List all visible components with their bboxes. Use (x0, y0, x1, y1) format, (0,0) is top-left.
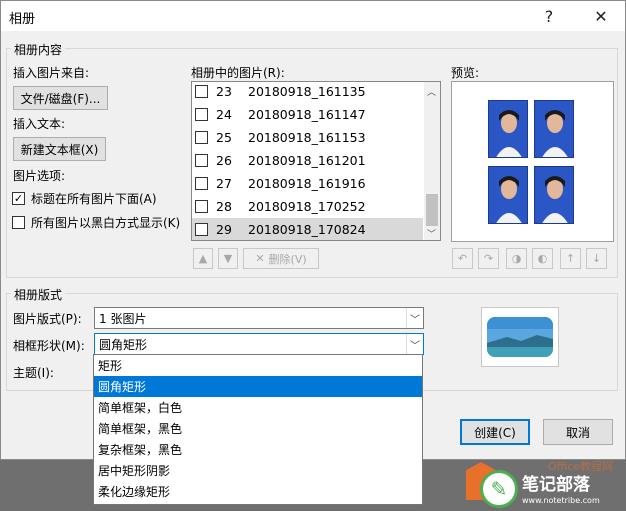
picture-name: 20180918_161153 (248, 129, 366, 145)
pen-circle-icon: ✎ (480, 470, 518, 508)
picture-number: 28 (216, 198, 232, 214)
picture-layout-value: 1 张图片 (99, 311, 147, 326)
picture-list-item[interactable]: 26 20180918_161201 (192, 149, 423, 171)
move-up-icon[interactable]: ▲ (193, 248, 213, 269)
picture-number: 27 (216, 175, 232, 191)
preview-photo (488, 166, 528, 224)
caption-option[interactable]: ✓ 标题在所有图片下面(A) (12, 190, 157, 207)
chevron-down-icon[interactable]: ﹀ (406, 308, 423, 328)
preview-photo (534, 166, 574, 224)
bw-checkbox[interactable] (12, 216, 25, 229)
frame-option[interactable]: 圆角矩形 (94, 376, 422, 397)
new-textbox-button[interactable]: 新建文本框(X) (13, 137, 106, 161)
picture-list-item[interactable]: 27 20180918_161916 (192, 172, 423, 194)
create-button[interactable]: 创建(C) (460, 419, 530, 445)
rotate-right-icon[interactable]: ↷ (478, 248, 499, 269)
theme-label: 主题(I): (13, 366, 54, 380)
picture-list-item[interactable]: 25 20180918_161153 (192, 126, 423, 148)
picture-number: 23 (216, 83, 232, 99)
frame-option[interactable]: 复杂框架，黑色 (94, 439, 422, 460)
picture-number: 25 (216, 129, 232, 145)
file-disk-button[interactable]: 文件/磁盘(F)... (13, 86, 108, 110)
close-icon[interactable]: ✕ (583, 1, 619, 31)
caption-option-label: 标题在所有图片下面(A) (31, 192, 157, 206)
delete-x-icon: ✕ (255, 252, 265, 265)
picture-checkbox[interactable] (195, 176, 208, 190)
picture-options-label: 图片选项: (13, 169, 66, 183)
picture-name: 20180918_161135 (248, 83, 366, 99)
frame-option[interactable]: 简单框架，黑色 (94, 418, 422, 439)
cancel-button[interactable]: 取消 (543, 419, 613, 445)
picture-number: 26 (216, 152, 232, 168)
preview-label: 预览: (451, 66, 480, 80)
picture-name: 20180918_161201 (248, 152, 366, 168)
brightness-down-icon[interactable]: ↓ (586, 248, 607, 269)
picture-checkbox[interactable] (195, 222, 208, 236)
picture-layout-select[interactable]: 1 张图片 ﹀ (94, 307, 424, 329)
frame-shape-select[interactable]: 圆角矩形 ﹀ (94, 333, 424, 355)
pictures-scrollbar[interactable]: ︿ ﹀ (424, 82, 440, 240)
bw-option-label: 所有图片以黑白方式显示(K) (31, 216, 181, 230)
picture-name: 20180918_170252 (248, 198, 366, 214)
picture-checkbox[interactable] (195, 199, 208, 213)
pictures-list-label: 相册中的图片(R): (191, 66, 285, 80)
frame-option[interactable]: 矩形 (94, 355, 422, 376)
album-content-title: 相册内容 (11, 41, 66, 58)
contrast-up-icon[interactable]: ◑ (506, 248, 527, 269)
frame-option[interactable]: 居中矩形阴影 (94, 460, 422, 481)
caption-checkbox[interactable]: ✓ (12, 192, 25, 205)
watermark-url: www.notetribe.com (522, 496, 600, 505)
picture-layout-label: 图片版式(P): (13, 312, 82, 326)
delete-button-label: 删除(V) (268, 252, 307, 266)
picture-checkbox[interactable] (195, 107, 208, 121)
frame-shape-label: 相框形状(M): (13, 339, 85, 353)
picture-checkbox[interactable] (195, 84, 208, 98)
watermark-office-text: Office教程网 (548, 460, 614, 473)
contrast-down-icon[interactable]: ◐ (532, 248, 553, 269)
brightness-up-icon[interactable]: ↑ (560, 248, 581, 269)
layout-preview (481, 307, 559, 367)
frame-shape-dropdown[interactable]: 矩形 圆角矩形 简单框架，白色 简单框架，黑色 复杂框架，黑色 居中矩形阴影 柔化边缘矩形 (93, 354, 423, 505)
chevron-down-icon[interactable]: ﹀ (406, 334, 423, 354)
pictures-listbox[interactable]: 23 20180918_161135 24 20180918_161147 25 2018… (191, 81, 441, 241)
delete-button[interactable]: ✕ 删除(V) (243, 248, 319, 269)
album-layout-title: 相册版式 (11, 286, 66, 303)
picture-name: 20180918_161147 (248, 106, 366, 122)
insert-from-label: 插入图片来自: (13, 66, 90, 80)
rotate-left-icon[interactable]: ↶ (452, 248, 473, 269)
picture-checkbox[interactable] (195, 153, 208, 167)
picture-number: 24 (216, 106, 232, 122)
scroll-thumb[interactable] (426, 194, 438, 226)
picture-list-item[interactable]: 28 20180918_170252 (192, 195, 423, 217)
frame-option[interactable]: 简单框架，白色 (94, 397, 422, 418)
move-down-icon[interactable]: ▼ (218, 248, 238, 269)
preview-sheet (488, 100, 576, 230)
picture-list-item[interactable]: 29 20180918_170824 (192, 218, 423, 240)
frame-option[interactable]: 柔化边缘矩形 (94, 481, 422, 502)
preview-photo (488, 100, 528, 158)
title-bar: 相册 ? ✕ (1, 1, 625, 31)
help-icon[interactable]: ? (531, 1, 567, 31)
bw-option[interactable]: 所有图片以黑白方式显示(K) (12, 214, 180, 231)
picture-checkbox[interactable] (195, 130, 208, 144)
picture-list-item[interactable]: 24 20180918_161147 (192, 103, 423, 125)
preview-pane (451, 81, 614, 242)
watermark: ✎ 笔记部落 www.notetribe.com Office教程网 (458, 458, 626, 511)
preview-photo (534, 100, 574, 158)
scroll-down-icon[interactable]: ﹀ (427, 227, 436, 240)
landscape-thumbnail (487, 317, 553, 357)
picture-name: 20180918_161916 (248, 175, 366, 191)
picture-number: 29 (216, 221, 232, 237)
picture-name: 20180918_170824 (248, 221, 366, 237)
insert-text-label: 插入文本: (13, 117, 66, 131)
dialog-title: 相册 (9, 12, 36, 27)
scroll-up-icon[interactable]: ︿ (427, 85, 436, 98)
frame-shape-value: 圆角矩形 (99, 337, 148, 352)
picture-list-item[interactable]: 23 20180918_161135 (192, 82, 423, 102)
